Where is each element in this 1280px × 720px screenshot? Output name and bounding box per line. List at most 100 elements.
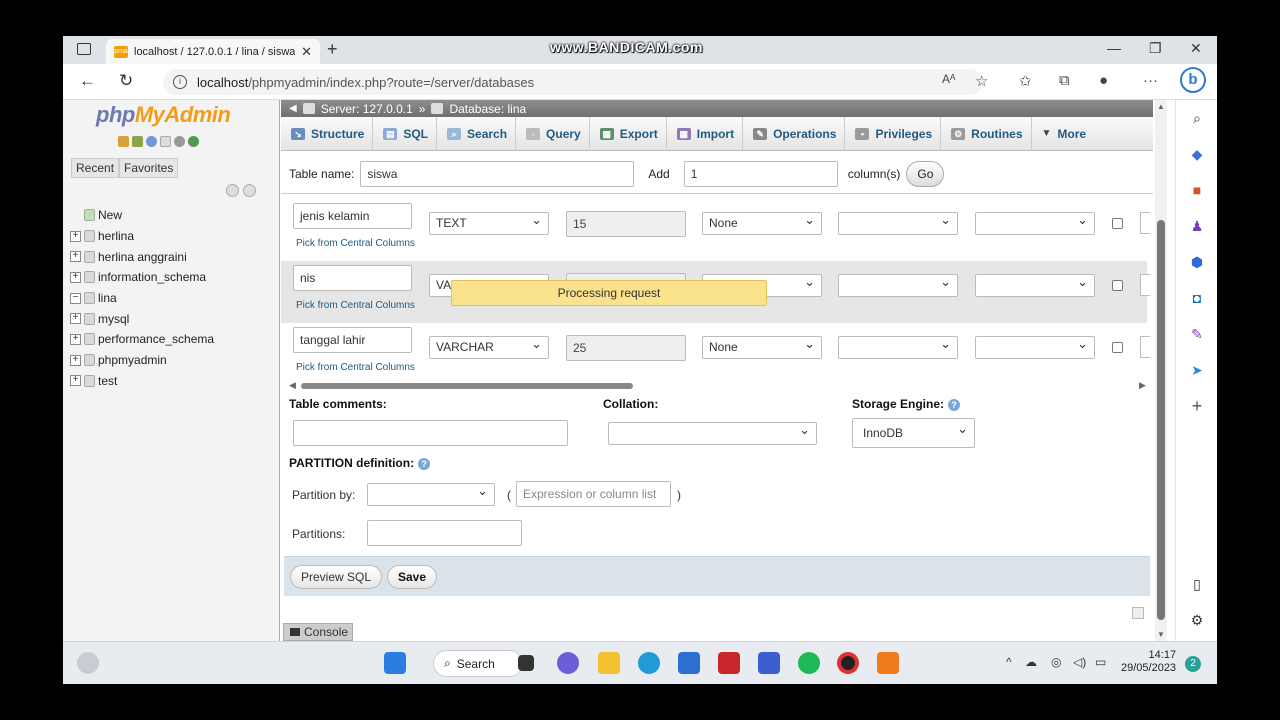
expand-icon[interactable]: + — [70, 333, 81, 345]
null-checkbox[interactable] — [1112, 218, 1123, 229]
link-with-main-icon[interactable] — [243, 184, 256, 197]
bing-copilot-icon[interactable]: b — [1180, 67, 1206, 93]
taskbar-clock[interactable]: 14:17 29/05/2023 — [1121, 649, 1176, 675]
taskbar-search[interactable]: ⌕ Search — [433, 650, 523, 677]
chat-icon[interactable] — [557, 652, 579, 674]
column-type-select[interactable]: VARCHAR — [429, 333, 549, 359]
refresh-icon[interactable]: ↻ — [119, 71, 133, 91]
site-info-icon[interactable]: i — [173, 75, 187, 89]
notification-badge[interactable]: 2 — [1185, 656, 1201, 672]
edge-icon[interactable] — [638, 652, 660, 674]
expand-icon[interactable]: + — [70, 375, 81, 387]
shopping-tag-icon[interactable]: ◆ — [1189, 146, 1205, 162]
collapse-icon[interactable]: − — [70, 292, 81, 304]
tree-item-phpmyadmin[interactable]: + phpmyadmin — [70, 350, 214, 371]
column-collation-select[interactable] — [838, 333, 958, 359]
battery-icon[interactable]: ▭ — [1095, 655, 1106, 669]
mcafee-icon[interactable] — [718, 652, 740, 674]
help-icon[interactable]: ? — [418, 457, 431, 470]
settings-more-icon[interactable]: ··· — [1143, 72, 1158, 89]
column-attributes-select[interactable] — [975, 333, 1095, 359]
null-checkbox[interactable] — [1112, 280, 1123, 291]
xampp-icon[interactable] — [877, 652, 899, 674]
tab-export[interactable]: ▦ Export — [590, 116, 667, 151]
breadcrumb-server[interactable]: Server: 127.0.0.1 — [321, 102, 413, 116]
column-default-select[interactable]: None — [702, 333, 822, 359]
send-icon[interactable]: ➤ — [1189, 362, 1205, 378]
scroll-up-icon[interactable]: ▲ — [1157, 102, 1165, 111]
table-comments-input[interactable] — [293, 420, 568, 446]
expand-icon[interactable]: + — [70, 313, 81, 325]
tab-operations[interactable]: ✎ Operations — [743, 116, 846, 151]
horizontal-scrollbar[interactable]: ◀ ▶ — [289, 380, 1146, 391]
new-tab-button[interactable]: + — [327, 39, 338, 60]
help-icon[interactable] — [146, 136, 157, 147]
column-type-select[interactable]: TEXT — [429, 209, 549, 235]
profile-icon[interactable]: ● — [1099, 72, 1108, 89]
spotify-icon[interactable] — [798, 652, 820, 674]
close-window-icon[interactable]: ✕ — [1190, 40, 1202, 57]
column-length-input[interactable]: 25 — [566, 335, 686, 361]
reload-nav-icon[interactable] — [188, 136, 199, 147]
column-name-input[interactable]: nis — [293, 265, 412, 291]
null-checkbox[interactable] — [1112, 342, 1123, 353]
tab-routines[interactable]: ⚙ Routines — [941, 116, 1032, 151]
microsoft365-icon[interactable]: ⬢ — [1189, 254, 1205, 270]
tree-item-herlina[interactable]: + herlina — [70, 226, 214, 247]
task-view-icon[interactable] — [518, 655, 534, 671]
tab-search[interactable]: ⌕ Search — [437, 116, 517, 151]
pick-central-columns-link[interactable]: Pick from Central Columns — [296, 300, 415, 311]
back-icon[interactable]: ← — [79, 71, 96, 91]
favorites-icon[interactable]: ✩ — [1019, 72, 1032, 90]
column-name-input[interactable]: tanggal lahir — [293, 327, 412, 353]
go-button[interactable]: Go — [906, 161, 945, 187]
recent-tab[interactable]: Recent — [71, 158, 120, 178]
column-collation-select[interactable] — [838, 209, 958, 235]
add-sidebar-app-icon[interactable]: + — [1189, 397, 1205, 415]
sidebar-settings-icon[interactable]: ⚙ — [1189, 612, 1205, 628]
scroll-down-icon[interactable]: ▼ — [1157, 630, 1165, 639]
collation-select[interactable] — [608, 419, 817, 445]
table-name-input[interactable]: siswa — [360, 161, 635, 187]
volume-icon[interactable]: ◁) — [1073, 655, 1086, 669]
tree-item-lina[interactable]: − lina — [70, 288, 214, 309]
add-favorite-icon[interactable]: ☆ — [975, 72, 988, 90]
editor-icon[interactable] — [758, 652, 780, 674]
tab-query[interactable]: ▫ Query — [516, 116, 590, 151]
save-button[interactable]: Save — [387, 565, 438, 589]
workspaces-icon[interactable] — [77, 43, 91, 55]
docs-icon[interactable] — [160, 136, 171, 147]
expression-input[interactable]: Expression or column list — [516, 481, 671, 507]
collections-icon[interactable]: ⧉ — [1059, 72, 1070, 89]
tree-item-mysql[interactable]: + mysql — [70, 308, 214, 329]
phpmyadmin-logo[interactable]: phpMyAdmin — [96, 102, 231, 128]
tree-item-herlina-anggraini[interactable]: + herlina anggraini — [70, 246, 214, 267]
file-explorer-icon[interactable] — [598, 652, 620, 674]
start-icon[interactable] — [384, 652, 406, 674]
page-settings-icon[interactable] — [1132, 607, 1144, 619]
help-icon[interactable]: ? — [948, 398, 961, 411]
scrollbar-thumb[interactable] — [1157, 220, 1165, 620]
scroll-right-icon[interactable]: ▶ — [1139, 380, 1146, 391]
network-icon[interactable]: ◎ — [1051, 655, 1061, 669]
column-attributes-select[interactable] — [975, 209, 1095, 235]
tree-item-new[interactable]: New — [70, 205, 214, 226]
settings-icon[interactable] — [174, 136, 185, 147]
cloud-icon[interactable]: ☁ — [1025, 655, 1037, 669]
add-columns-input[interactable]: 1 — [683, 161, 838, 187]
partition-by-select[interactable] — [367, 480, 495, 506]
scrollbar-thumb[interactable] — [301, 383, 633, 389]
column-attributes-select[interactable] — [975, 271, 1095, 297]
tree-item-performance-schema[interactable]: + performance_schema — [70, 329, 214, 350]
column-length-input[interactable]: 15 — [566, 211, 686, 237]
store-icon[interactable] — [678, 652, 700, 674]
column-default-select[interactable]: None — [702, 209, 822, 235]
favorites-tab[interactable]: Favorites — [119, 158, 179, 178]
column-collation-select[interactable] — [838, 271, 958, 297]
tree-item-information-schema[interactable]: + information_schema — [70, 267, 214, 288]
pick-central-columns-link[interactable]: Pick from Central Columns — [296, 238, 415, 249]
sidebar-layout-icon[interactable]: ▯ — [1189, 576, 1205, 592]
tab-import[interactable]: ▦ Import — [667, 116, 744, 151]
bandicam-icon[interactable] — [837, 652, 859, 674]
tree-item-test[interactable]: + test — [70, 371, 214, 392]
